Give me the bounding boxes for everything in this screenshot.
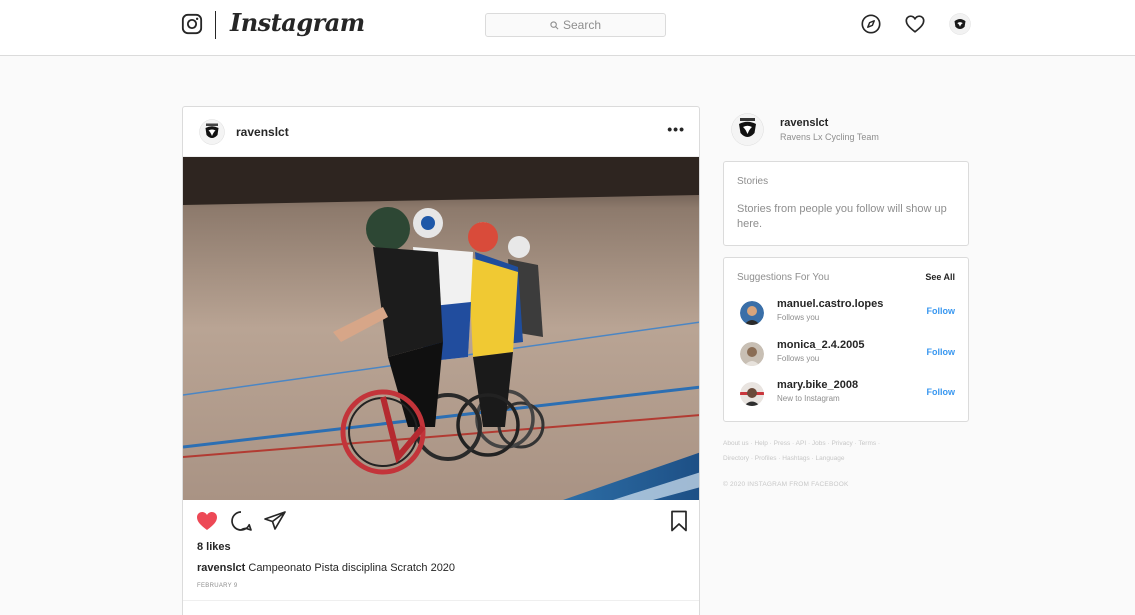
share-icon[interactable] [263,509,287,533]
caption-text: Campeonato Pista disciplina Scratch 2020 [245,562,456,574]
post-username[interactable]: ravenslct [236,125,289,139]
footer-link[interactable]: Help [754,440,767,447]
footer-link[interactable]: Profiles [755,455,777,462]
stories-panel: Stories Stories from people you follow w… [723,161,969,246]
suggestions-title: Suggestions For You [737,272,830,283]
suggestion-username[interactable]: mary.bike_2008 [777,379,858,391]
search-icon [550,20,559,29]
profile-avatar-icon[interactable] [949,13,971,35]
follow-button[interactable]: Follow [927,347,956,357]
search-placeholder: Search [562,18,602,32]
suggestion-avatar[interactable] [740,301,764,325]
post-divider [183,600,699,601]
suggestion-avatar[interactable] [740,342,764,366]
suggestion-subtitle: New to Instagram [777,394,840,403]
suggestion-subtitle: Follows you [777,354,820,363]
follow-button[interactable]: Follow [927,387,956,397]
footer-link[interactable]: Hashtags [782,455,809,462]
see-all-link[interactable]: See All [925,272,955,282]
profile-username[interactable]: ravenslct [780,117,828,129]
footer-links: About us · Help · Press · API · Jobs · P… [723,440,881,462]
profile-full-name: Ravens Lx Cycling Team [780,132,879,142]
suggestions-panel: Suggestions For You See All manuel.castr… [723,257,969,422]
post-photo[interactable] [183,157,700,500]
stories-empty-text: Stories from people you follow will show… [737,203,947,230]
footer-link[interactable]: Directory [723,455,749,462]
profile-avatar[interactable] [731,113,764,146]
footer-link[interactable]: About us [723,440,749,447]
search-input[interactable]: Search [485,13,666,37]
footer-link[interactable]: Jobs [812,440,826,447]
stories-title: Stories [737,176,769,187]
suggestion-item: manuel.castro.lopes Follows you Follow [724,297,968,333]
suggestion-item: mary.bike_2008 New to Instagram Follow [724,378,968,414]
post-header: ravenslct ••• [183,107,699,157]
like-heart-icon[interactable] [195,509,219,533]
suggestion-avatar[interactable] [740,382,764,406]
more-options-icon[interactable]: ••• [667,121,685,137]
bookmark-icon[interactable] [667,509,691,533]
post-caption: ravenslct Campeonato Pista disciplina Sc… [197,562,455,574]
instagram-glyph-icon[interactable] [181,13,203,35]
instagram-wordmark[interactable]: Instagram [230,8,365,37]
explore-compass-icon[interactable] [860,13,882,35]
logo-divider [215,11,216,39]
top-nav: Instagram Search [0,0,1135,56]
likes-count[interactable]: 8 likes [197,541,231,553]
footer-link[interactable]: Terms [858,440,876,447]
suggestion-item: monica_2.4.2005 Follows you Follow [724,338,968,374]
footer-link[interactable]: Language [816,455,845,462]
heart-icon[interactable] [904,13,926,35]
caption-username[interactable]: ravenslct [197,562,245,574]
suggestion-username[interactable]: manuel.castro.lopes [777,298,883,310]
post-actions [183,507,699,539]
post-author-avatar[interactable] [199,119,225,145]
footer-link[interactable]: API [796,440,806,447]
suggestion-username[interactable]: monica_2.4.2005 [777,339,864,351]
feed-post: ravenslct ••• 8 likes ravenslct Campeona… [182,106,700,615]
footer-link[interactable]: Press [774,440,791,447]
comment-icon[interactable] [229,509,253,533]
suggestion-subtitle: Follows you [777,313,820,322]
footer-link[interactable]: Privacy [831,440,852,447]
copyright-text: © 2020 INSTAGRAM FROM FACEBOOK [723,481,849,488]
follow-button[interactable]: Follow [927,306,956,316]
post-date[interactable]: FEBRUARY 9 [197,583,237,589]
